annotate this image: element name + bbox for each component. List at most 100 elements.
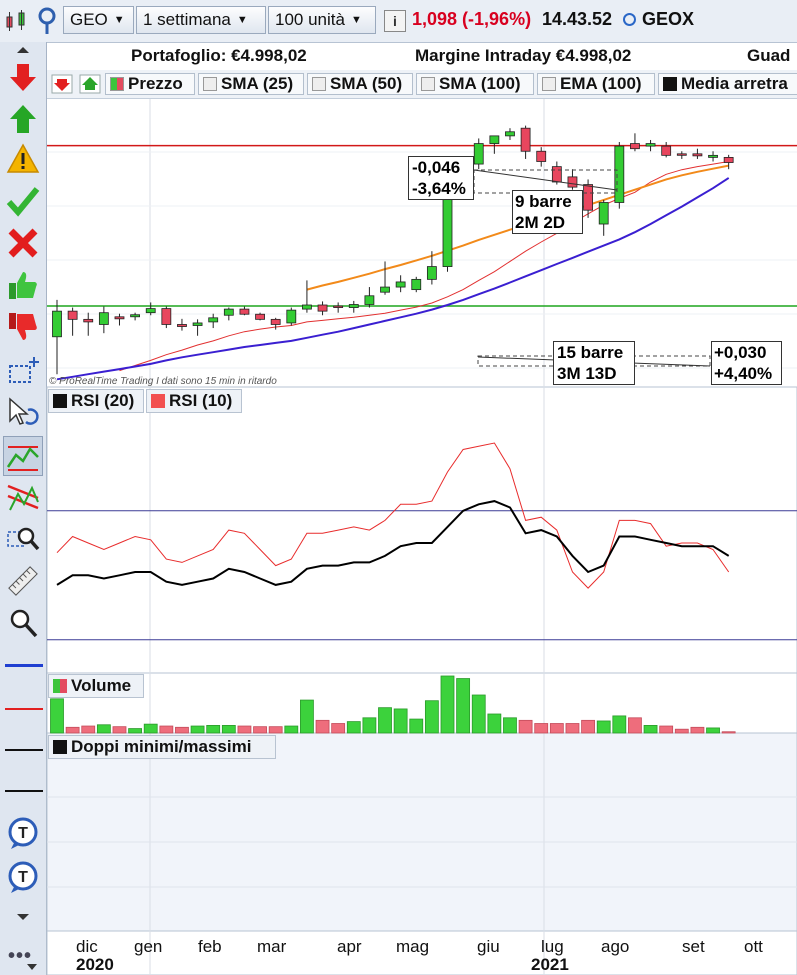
legend-media-label: Media arretra (681, 74, 788, 93)
ema100-swatch (542, 77, 556, 91)
sma25-swatch (203, 77, 217, 91)
data-delay-watermark: © ProRealTime Trading I dati sono 15 min… (49, 376, 277, 387)
volume-bar (300, 699, 314, 734)
xlabel-gen: gen (134, 937, 163, 956)
price-change: 1,098 (-1,96%) (412, 9, 532, 29)
candle-body (67, 310, 78, 320)
indicator-icon[interactable] (34, 6, 60, 36)
line-style-red[interactable] (5, 708, 43, 710)
legend-sma25[interactable]: SMA (25) (198, 73, 304, 95)
checkmark-icon[interactable] (6, 184, 40, 218)
line-style-blue[interactable] (5, 664, 43, 667)
info-icon[interactable]: i (384, 10, 406, 32)
symbol-select[interactable]: GEO ▼ (63, 6, 134, 34)
channel-tool-icon[interactable] (6, 480, 40, 514)
xlabel-mar: mar (257, 937, 287, 956)
magnifier-icon[interactable] (6, 606, 40, 640)
line-style-black-2[interactable] (5, 790, 43, 792)
thumbs-up-icon[interactable] (6, 268, 40, 302)
quote-time: 14.43.52 (542, 9, 613, 29)
volume-bar (503, 717, 517, 734)
measure-box-2-duration: 2M 2D (515, 213, 566, 232)
scroll-up-icon[interactable] (16, 45, 30, 55)
candle-body (411, 278, 422, 291)
doppi-label[interactable]: Doppi minimi/massimi (48, 735, 276, 759)
volume-bar (128, 728, 143, 734)
legend-ema100-label: EMA (100) (560, 74, 642, 93)
xlabel-set: set (682, 937, 705, 956)
upload-icon[interactable] (79, 74, 101, 94)
line-style-black-1[interactable] (5, 749, 43, 751)
candle-body (192, 322, 203, 326)
ruler-icon[interactable] (6, 564, 40, 598)
xlabel-dic: dic (76, 937, 98, 956)
cross-icon[interactable] (6, 226, 40, 260)
measure-box-2[interactable]: 9 barre 2M 2D (512, 190, 583, 234)
legend-sma50[interactable]: SMA (50) (307, 73, 413, 95)
xlabel-lug: lug (541, 937, 564, 956)
rectangle-tool-icon[interactable] (6, 354, 40, 388)
chevron-down-icon: ▼ (350, 14, 362, 26)
candle-body (317, 304, 328, 312)
rsi10-label[interactable]: RSI (10) (146, 389, 242, 413)
arrow-up-icon[interactable] (6, 102, 40, 136)
units-label: 100 unità (275, 10, 345, 29)
thumbs-down-icon[interactable] (6, 310, 40, 344)
volume-bar (471, 694, 486, 734)
rsi20-label[interactable]: RSI (20) (48, 389, 144, 413)
xlabel-mag: mag (396, 937, 430, 956)
xlabel-giu: giu (477, 937, 500, 956)
candle-body (645, 143, 656, 147)
intraday-margin: Margine Intraday €4.998,02 (415, 46, 632, 65)
line-tool-icon[interactable] (6, 439, 40, 473)
volume-bar (581, 719, 595, 734)
measure-box-4-value: +0,030 (714, 343, 767, 362)
measure-box-3[interactable]: 15 barre 3M 13D (553, 341, 635, 385)
volume-label[interactable]: Volume (48, 674, 144, 698)
scroll-down-icon[interactable] (16, 912, 30, 922)
candle-body (223, 308, 234, 316)
rsi20-swatch (53, 394, 67, 408)
volume-bar (596, 720, 611, 734)
candle-body (239, 308, 250, 315)
arrow-down-icon[interactable] (6, 60, 40, 94)
volume-bar (393, 708, 408, 734)
chart-type-icon[interactable] (4, 9, 30, 33)
volume-bar (706, 727, 720, 734)
download-icon[interactable] (51, 74, 73, 94)
volume-bar (534, 723, 549, 734)
zoom-area-icon[interactable] (6, 522, 40, 556)
volume-bar (96, 724, 111, 734)
legend-media[interactable]: Media arretra (658, 73, 797, 95)
legend-price[interactable]: Prezzo (105, 73, 195, 95)
candle-body (145, 308, 156, 314)
status-dot-icon (623, 13, 636, 26)
candle-body (708, 154, 718, 158)
legend-ema100[interactable]: EMA (100) (537, 73, 655, 95)
measure-box-4[interactable]: +0,030 +4,40% (711, 341, 782, 385)
units-select[interactable]: 100 unità ▼ (268, 6, 376, 34)
chevron-down-icon[interactable] (26, 963, 38, 971)
candle-body (302, 304, 312, 310)
candle-body (676, 153, 687, 156)
legend-sma100-label: SMA (100) (439, 74, 521, 93)
warning-icon[interactable] (6, 142, 40, 176)
volume-bar (362, 717, 377, 734)
cursor-reset-icon[interactable] (6, 396, 40, 430)
gain-label: Guad (747, 46, 791, 65)
legend-price-label: Prezzo (128, 74, 183, 93)
legend-sma100[interactable]: SMA (100) (416, 73, 534, 95)
volume-bar (690, 726, 705, 734)
candle-body (567, 176, 578, 188)
text-tool-icon[interactable]: T (6, 816, 40, 850)
volume-bar (315, 719, 330, 734)
doppi-panel-bg (46, 732, 797, 932)
volume-bar (175, 726, 189, 734)
measure-box-1[interactable]: -0,046 -3,64% (408, 156, 474, 200)
xlabel-feb: feb (198, 937, 222, 956)
text-note-icon[interactable]: T (6, 860, 40, 894)
timeframe-select[interactable]: 1 settimana ▼ (136, 6, 266, 34)
volume-bar (612, 715, 627, 734)
xlabel-ago: ago (601, 937, 630, 956)
volume-bar (424, 700, 439, 734)
